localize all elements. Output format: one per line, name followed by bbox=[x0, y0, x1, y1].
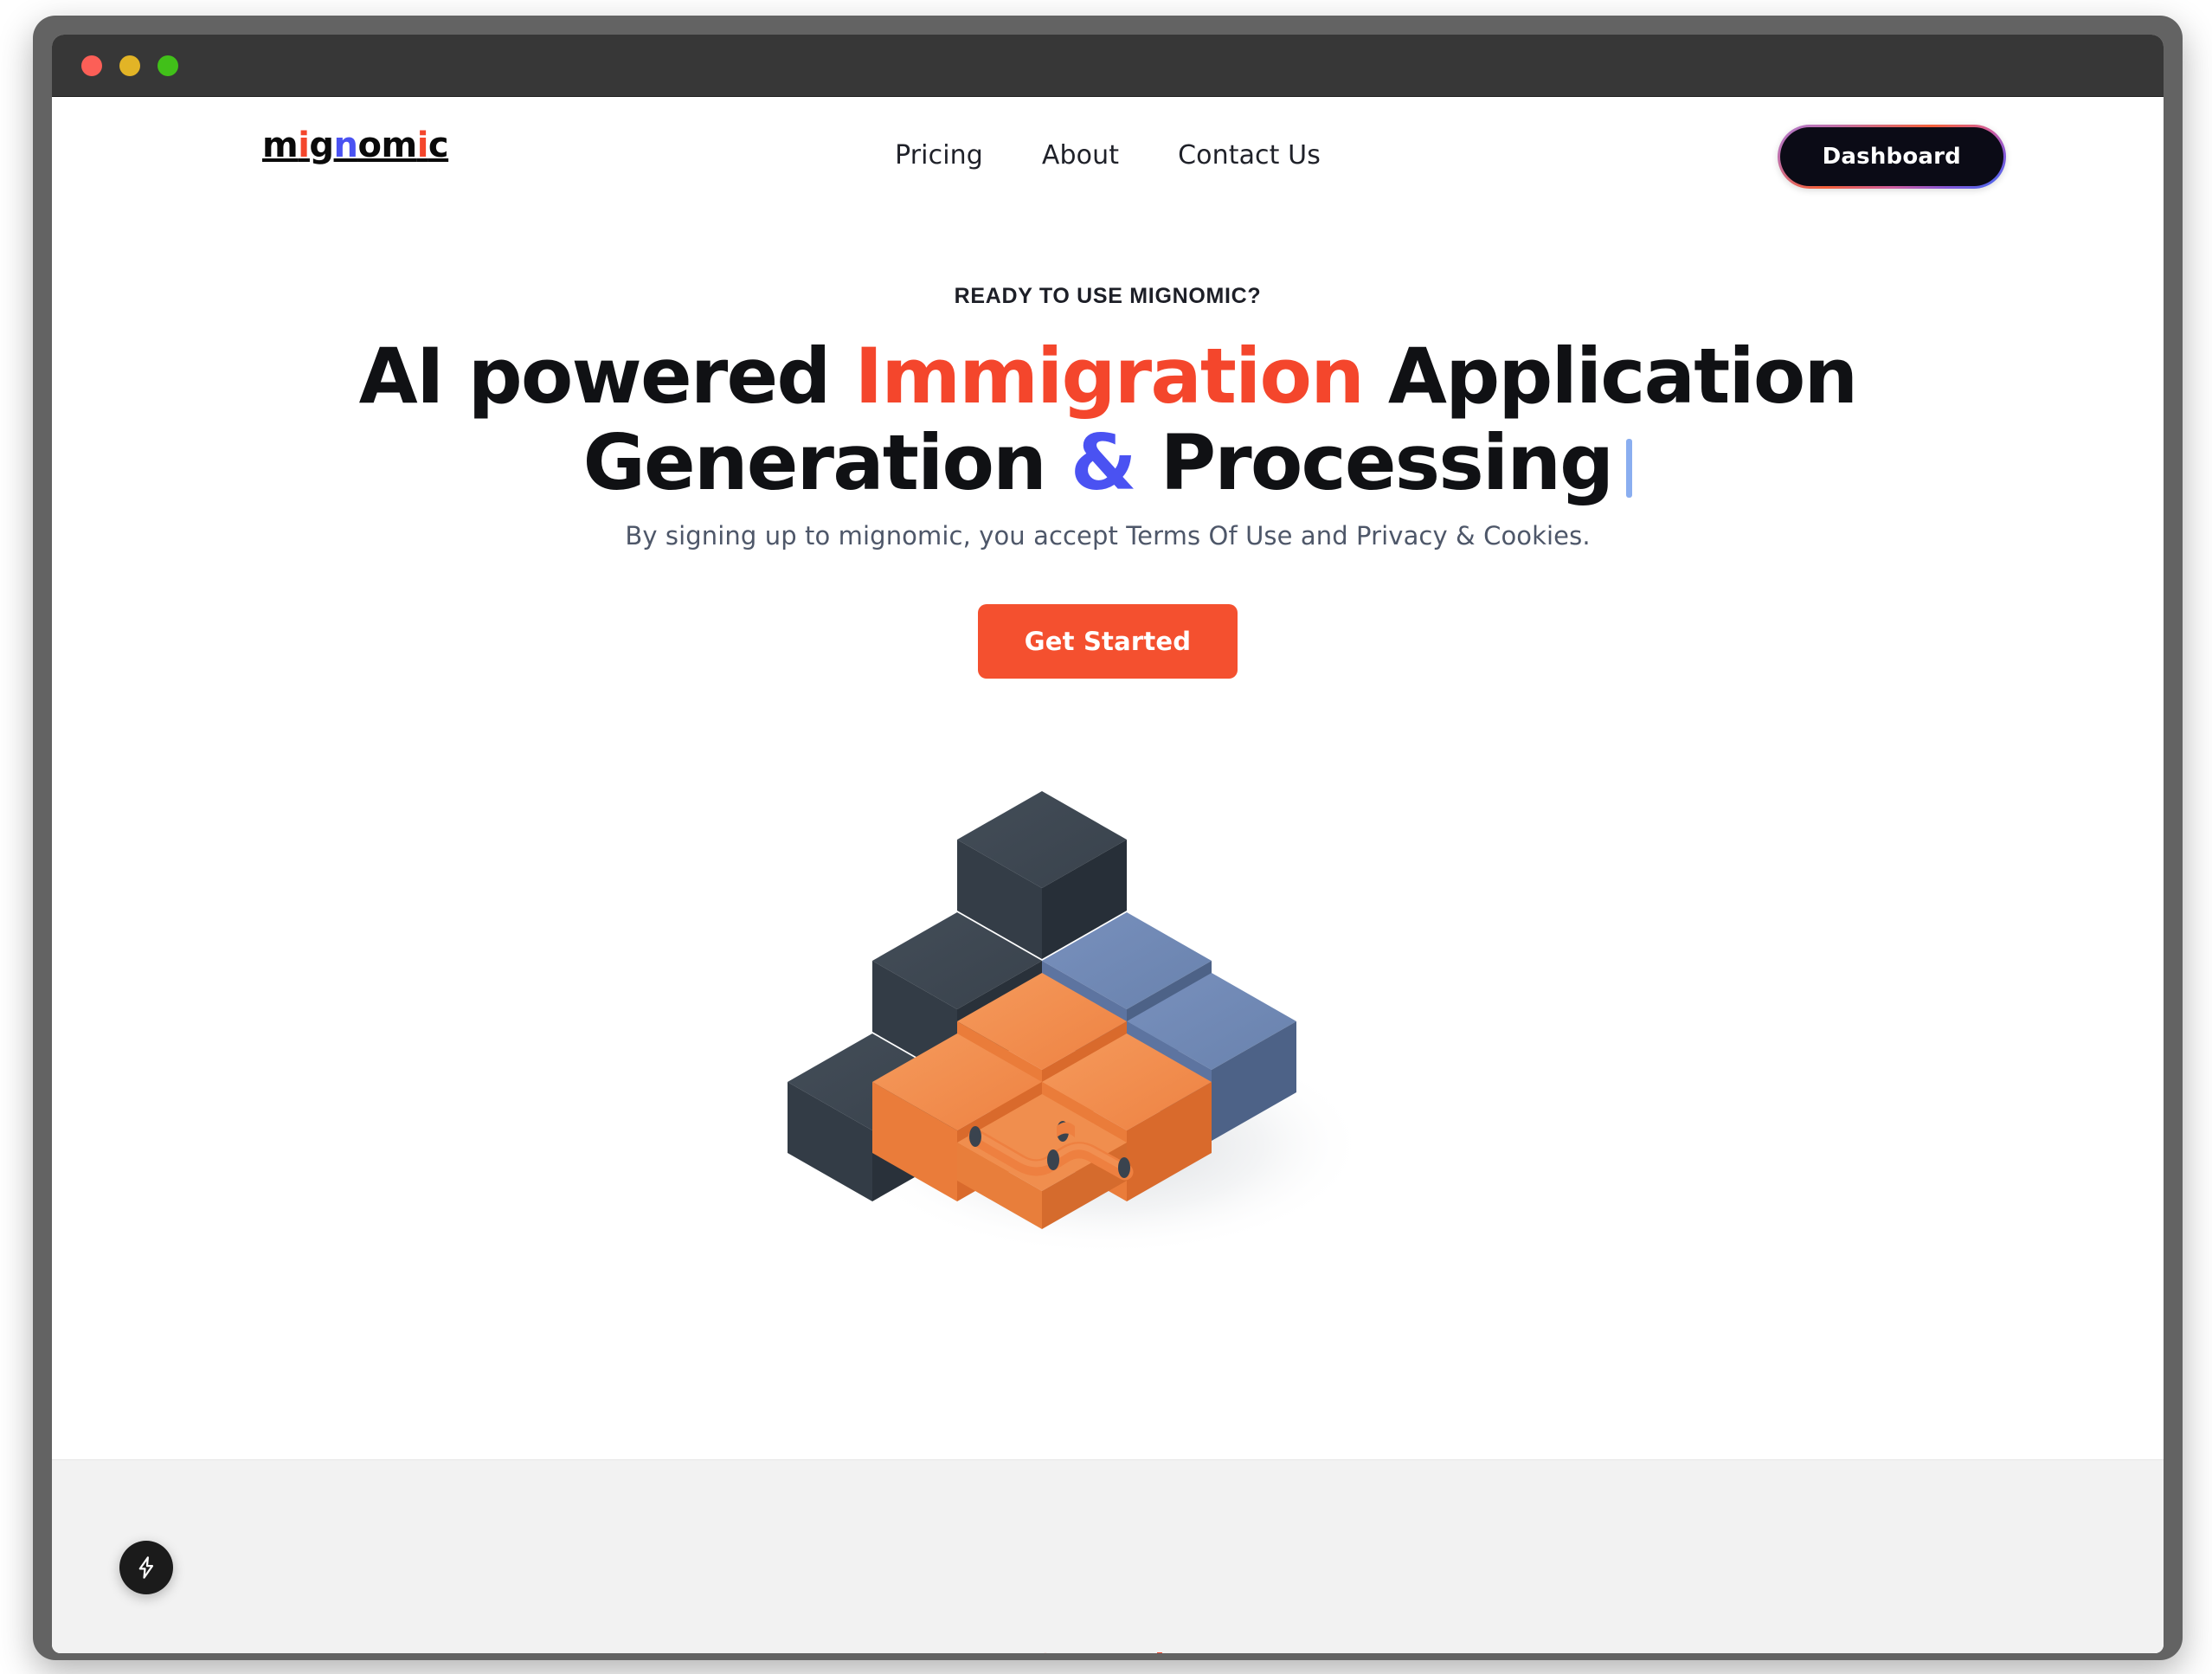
typing-caret bbox=[1626, 439, 1633, 499]
page-viewport: mignomic Pricing About Contact Us Dashbo… bbox=[52, 97, 2164, 1653]
nav-item-pricing[interactable]: Pricing bbox=[895, 140, 983, 171]
logo-segment: g bbox=[309, 126, 334, 165]
lightning-bolt-icon bbox=[138, 1556, 154, 1579]
logo-segment: n bbox=[333, 126, 358, 165]
hero-cta-container: Get Started bbox=[52, 603, 2164, 679]
hero-illustration bbox=[762, 737, 1454, 1274]
browser-window-inner: mignomic Pricing About Contact Us Dashbo… bbox=[52, 35, 2164, 1653]
nav-item-about[interactable]: About bbox=[1042, 140, 1119, 171]
headline-highlight-ampersand: & bbox=[1070, 418, 1137, 508]
site-header: mignomic Pricing About Contact Us Dashbo… bbox=[52, 97, 2164, 190]
minimize-window-button[interactable] bbox=[119, 55, 140, 76]
hero-subtitle: By signing up to mignomic, you accept Te… bbox=[625, 520, 1591, 550]
dashboard-button[interactable]: Dashboard bbox=[1779, 127, 2003, 186]
hero-eyebrow: READY TO USE MIGNOMIC? bbox=[954, 284, 1262, 308]
traffic-light-group bbox=[81, 55, 178, 76]
browser-window-frame: mignomic Pricing About Contact Us Dashbo… bbox=[33, 16, 2183, 1660]
headline-part-3: Processing bbox=[1135, 418, 1615, 508]
logo-segment: m bbox=[262, 126, 299, 165]
maximize-window-button[interactable] bbox=[158, 55, 178, 76]
headline-highlight-immigration: Immigration bbox=[854, 332, 1364, 421]
get-started-button[interactable]: Get Started bbox=[977, 603, 1238, 679]
brand-logo[interactable]: mignomic bbox=[262, 126, 449, 165]
dashboard-button-gradient-border: Dashboard bbox=[1777, 125, 2006, 189]
logo-segment: i bbox=[416, 126, 429, 165]
headline-part-1: AI powered bbox=[358, 332, 855, 421]
window-titlebar bbox=[52, 35, 2164, 97]
hero-section: READY TO USE MIGNOMIC? AI powered Immigr… bbox=[52, 190, 2164, 1274]
quick-action-fab[interactable] bbox=[119, 1541, 173, 1594]
logo-segment: om bbox=[357, 126, 418, 165]
hero-headline: AI powered Immigration Application Gener… bbox=[286, 332, 1930, 508]
main-navigation: Pricing About Contact Us bbox=[895, 140, 1321, 171]
logo-segment: c bbox=[428, 126, 449, 165]
desktop-backdrop: mignomic Pricing About Contact Us Dashbo… bbox=[0, 0, 2212, 1674]
footer-band: Get Early bbox=[52, 1459, 2164, 1653]
footer-promo-text: Get Early bbox=[1032, 1648, 1184, 1653]
nav-item-contact-us[interactable]: Contact Us bbox=[1178, 140, 1321, 171]
logo-segment: i bbox=[298, 126, 310, 165]
isometric-blocks-icon bbox=[788, 790, 1367, 1257]
close-window-button[interactable] bbox=[81, 55, 102, 76]
